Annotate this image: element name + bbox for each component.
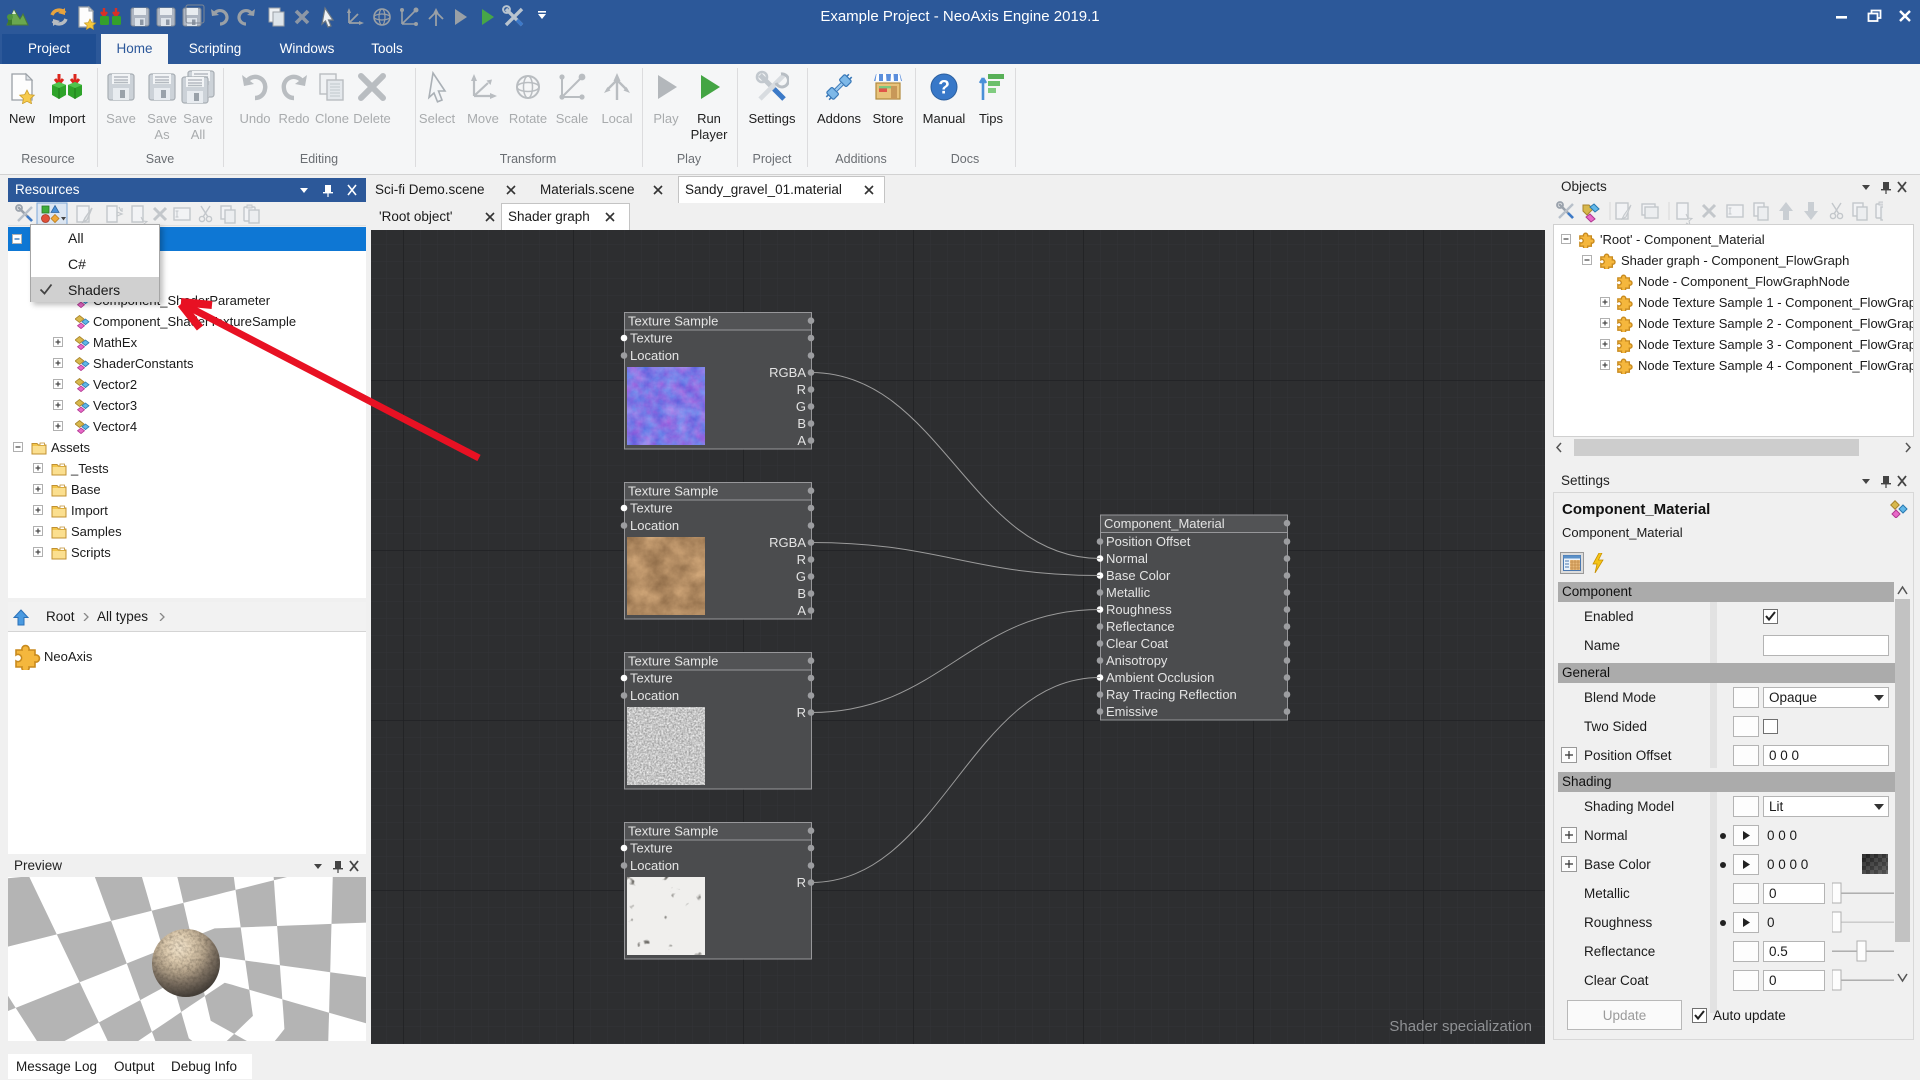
svg-text:Texture: Texture: [630, 671, 673, 686]
svg-text:Texture Sample: Texture Sample: [628, 484, 718, 499]
svg-text:B: B: [797, 416, 806, 431]
svg-text:RGBA: RGBA: [769, 365, 806, 380]
svg-text:Base Color: Base Color: [1106, 568, 1171, 583]
svg-text:Roughness: Roughness: [1106, 602, 1172, 617]
svg-text:Metallic: Metallic: [1106, 585, 1151, 600]
svg-text:G: G: [796, 569, 806, 584]
svg-text:A: A: [797, 603, 806, 618]
svg-text:Location: Location: [630, 348, 679, 363]
svg-text:Texture: Texture: [630, 331, 673, 346]
svg-text:Location: Location: [630, 688, 679, 703]
svg-text:A: A: [797, 433, 806, 448]
svg-text:Reflectance: Reflectance: [1106, 619, 1175, 634]
svg-text:Anisotropy: Anisotropy: [1106, 653, 1168, 668]
svg-text:R: R: [797, 382, 806, 397]
svg-text:RGBA: RGBA: [769, 535, 806, 550]
svg-text:Shader specialization: Shader specialization: [1389, 1018, 1532, 1035]
svg-text:Component_Material: Component_Material: [1104, 516, 1225, 531]
svg-text:Position Offset: Position Offset: [1106, 534, 1191, 549]
svg-text:Ambient Occlusion: Ambient Occlusion: [1106, 670, 1214, 685]
svg-text:Texture: Texture: [630, 501, 673, 516]
svg-text:G: G: [796, 399, 806, 414]
svg-text:Location: Location: [630, 518, 679, 533]
svg-text:R: R: [797, 875, 806, 890]
svg-text:Ray Tracing Reflection: Ray Tracing Reflection: [1106, 687, 1237, 702]
svg-text:Texture Sample: Texture Sample: [628, 654, 718, 669]
svg-text:Texture: Texture: [630, 841, 673, 856]
svg-text:Emissive: Emissive: [1106, 704, 1158, 719]
svg-text:Texture Sample: Texture Sample: [628, 824, 718, 839]
svg-text:R: R: [797, 705, 806, 720]
svg-text:Clear Coat: Clear Coat: [1106, 636, 1169, 651]
svg-text:Normal: Normal: [1106, 551, 1148, 566]
svg-text:?: ?: [938, 78, 950, 99]
svg-text:Texture Sample: Texture Sample: [628, 314, 718, 329]
svg-text:Location: Location: [630, 858, 679, 873]
svg-text:R: R: [797, 552, 806, 567]
svg-text:B: B: [797, 586, 806, 601]
